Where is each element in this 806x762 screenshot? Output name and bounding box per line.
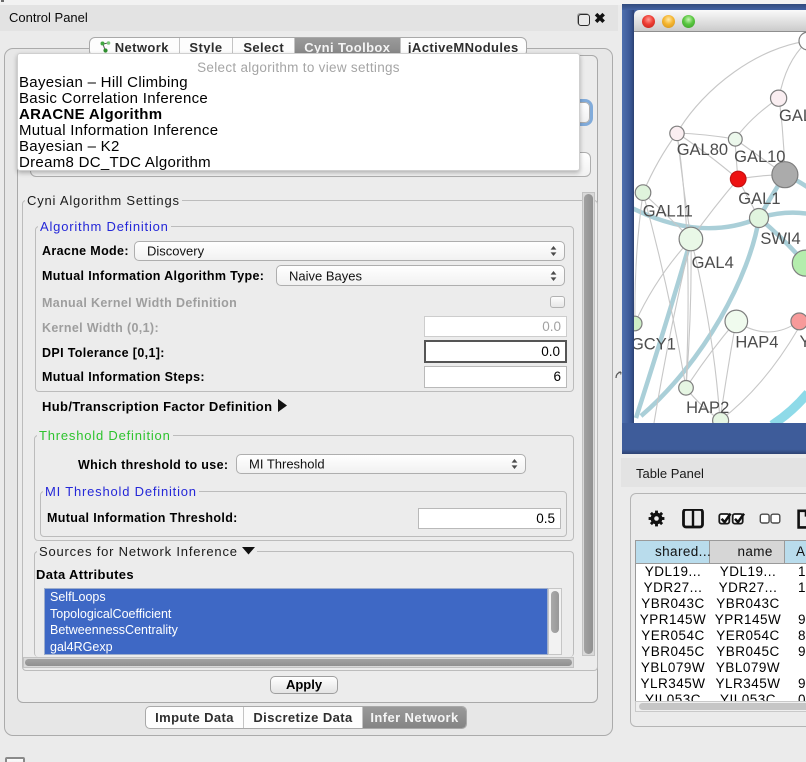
svg-text:HAP2: HAP2 xyxy=(686,399,729,417)
svg-text:GAL11: GAL11 xyxy=(643,203,693,221)
svg-text:GAL10: GAL10 xyxy=(734,148,785,166)
svg-text:SWI4: SWI4 xyxy=(760,230,800,248)
svg-text:GCY1: GCY1 xyxy=(634,336,676,354)
svg-text:Y: Y xyxy=(800,333,806,351)
svg-text:GAL80: GAL80 xyxy=(677,141,728,159)
svg-text:GAL7: GAL7 xyxy=(779,107,806,125)
svg-text:GAL4: GAL4 xyxy=(692,254,734,272)
svg-text:GAL1: GAL1 xyxy=(738,190,780,208)
svg-text:HAP4: HAP4 xyxy=(735,334,778,352)
